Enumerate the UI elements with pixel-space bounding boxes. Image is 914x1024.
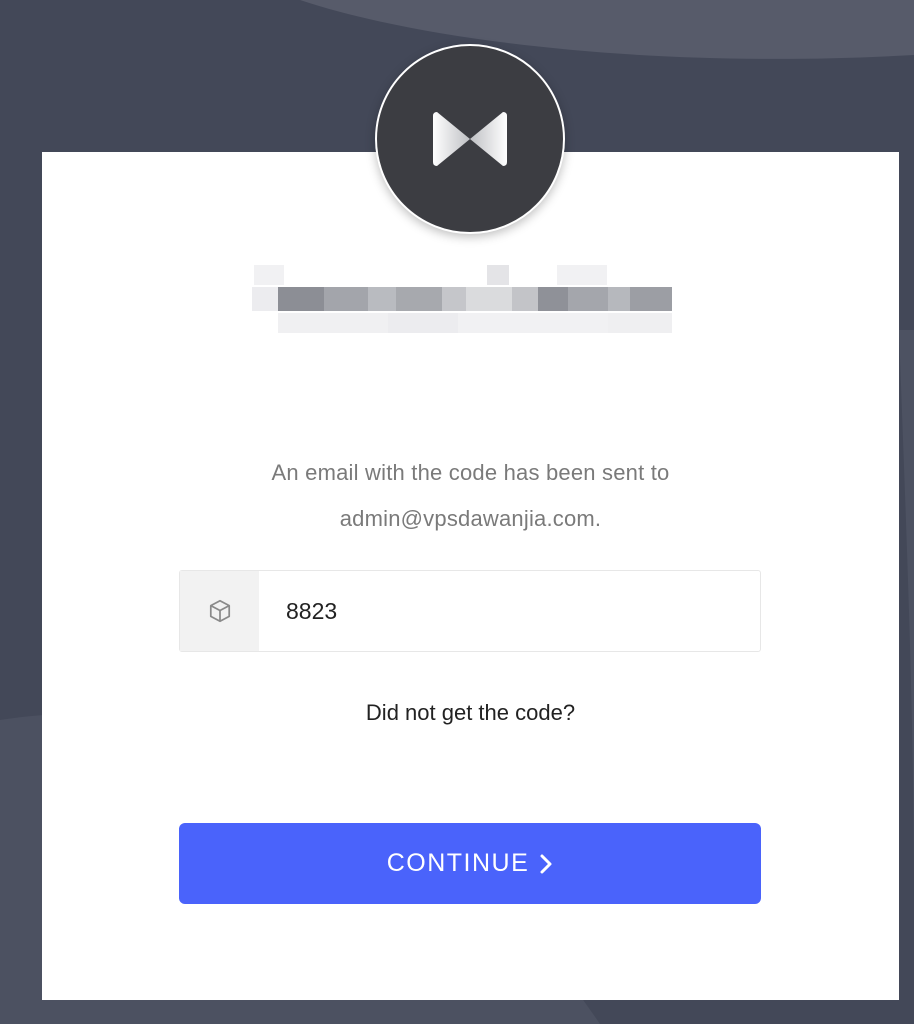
code-field-prefix [180,571,259,651]
continue-button-label: CONTINUE [386,849,530,877]
redacted-username [252,265,672,335]
recipient-email: admin@vpsdawanjia.com. [339,506,602,531]
app-logo [375,44,565,234]
continue-button[interactable]: CONTINUE [179,823,761,904]
verification-code-input[interactable] [259,571,760,651]
cube-icon [209,599,230,623]
chevron-right-icon [539,853,553,875]
sent-message-line1: An email with the code has been sent to [271,460,670,485]
bowtie-logo-icon [433,112,507,166]
resend-code-link[interactable]: Did not get the code? [42,700,899,726]
verification-code-field[interactable] [179,570,761,652]
